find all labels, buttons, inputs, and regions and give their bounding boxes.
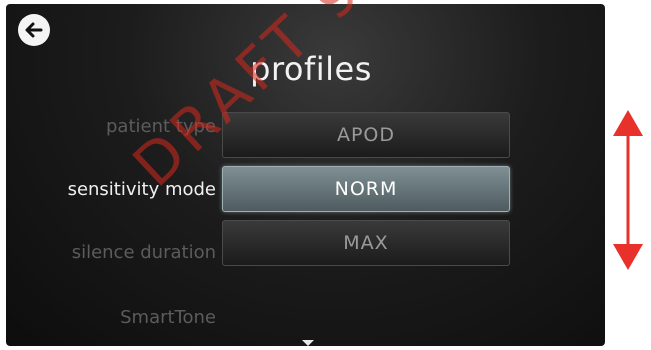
picker-option-norm-selected[interactable]: NORM [222, 166, 510, 212]
chevron-down-icon[interactable] [302, 340, 314, 346]
back-arrow-icon [25, 22, 43, 38]
setting-label-smarttone[interactable]: SmartTone [6, 307, 216, 328]
picker-option-apod[interactable]: APOD [222, 112, 510, 158]
back-button[interactable] [18, 14, 50, 46]
vertical-double-arrow-icon [613, 110, 643, 270]
picker-option-max[interactable]: MAX [222, 220, 510, 266]
setting-label-silence-duration[interactable]: silence duration [6, 242, 216, 263]
